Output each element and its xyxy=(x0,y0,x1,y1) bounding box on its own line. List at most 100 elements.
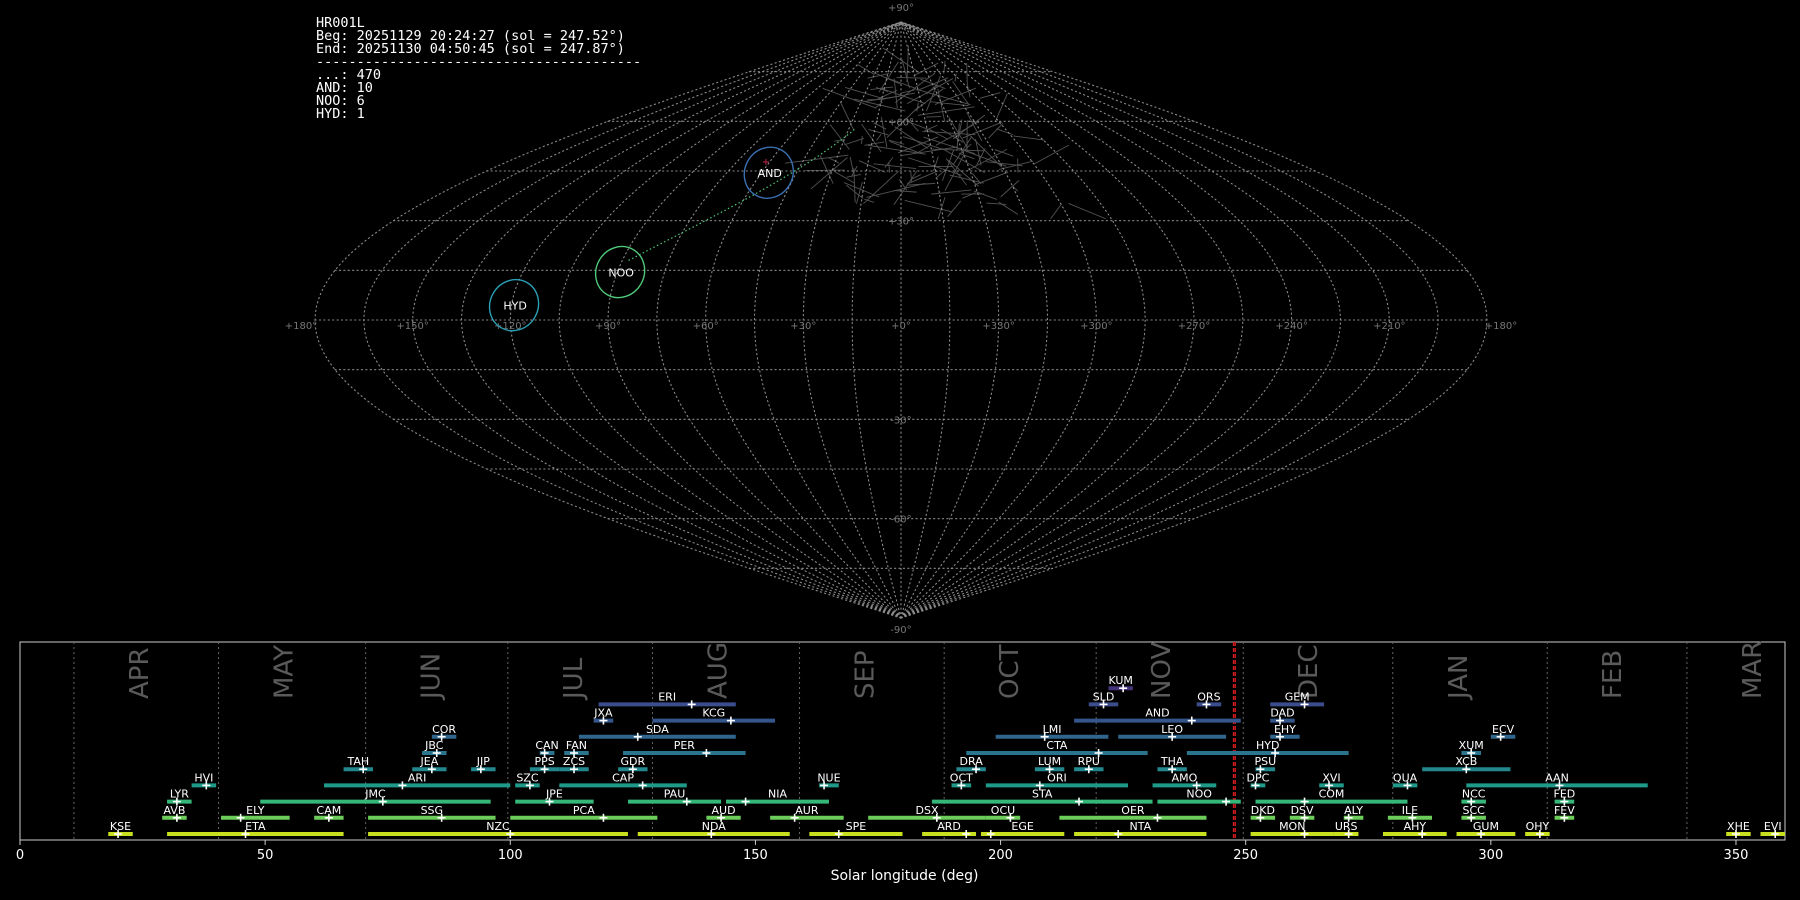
shower-label: DAD xyxy=(1270,707,1294,720)
shower-label: ARI xyxy=(408,771,426,784)
shower-dsv: DSV xyxy=(1289,804,1315,822)
shower-noo: NOO xyxy=(1157,788,1241,806)
shower-label: SLD xyxy=(1093,690,1115,703)
shower-urs: URS xyxy=(1333,820,1359,838)
meteor-trail xyxy=(1068,203,1106,220)
shower-label: FAN xyxy=(566,739,587,752)
month-label: MAR xyxy=(1738,641,1768,699)
meteor-trail xyxy=(889,140,921,155)
shower-gum: GUM xyxy=(1456,820,1516,838)
shower-label: DSX xyxy=(916,804,939,817)
shower-label: ORS xyxy=(1197,690,1220,703)
month-label: DEC xyxy=(1294,644,1324,699)
shower-rpu: RPU xyxy=(1074,755,1104,774)
x-tick-label: 350 xyxy=(1724,848,1749,863)
lon-label: +270° xyxy=(1178,321,1210,332)
meteor-trail xyxy=(962,192,976,199)
meteor-trail xyxy=(947,200,962,218)
shower-pau: PAU xyxy=(627,788,722,806)
shower-cor: COR xyxy=(431,723,456,741)
lat-label: +90° xyxy=(888,3,914,14)
shower-label: JEA xyxy=(420,755,439,768)
shower-ors: ORS xyxy=(1196,690,1222,709)
month-label: OCT xyxy=(995,644,1025,699)
shower-label: PSU xyxy=(1254,755,1276,768)
meteor-trail xyxy=(858,160,886,173)
shower-avb: AVB xyxy=(162,804,187,822)
meteor-trail xyxy=(994,93,1008,123)
shower-hvi: HVI xyxy=(191,771,217,790)
shower-label: ORI xyxy=(1047,771,1067,784)
shower-aud: AUD xyxy=(706,804,741,822)
meteor-trail xyxy=(857,64,875,75)
shower-label: QUA xyxy=(1393,771,1418,784)
shower-label: CAP xyxy=(612,771,634,784)
shower-oer: OER xyxy=(1059,804,1207,822)
shower-label: FED xyxy=(1554,788,1576,801)
shower-label: AVB xyxy=(163,804,185,817)
shower-cam: CAM xyxy=(314,804,344,822)
shower-com: COM xyxy=(1255,788,1408,806)
shower-label: DKD xyxy=(1251,804,1275,817)
shower-label: KUM xyxy=(1108,674,1132,687)
current-sol-marker xyxy=(1232,642,1236,840)
shower-label: OER xyxy=(1121,804,1145,817)
x-tick-label: 150 xyxy=(743,848,768,863)
shower-jxa: JXA xyxy=(593,707,614,725)
shower-and: AND xyxy=(1074,707,1241,725)
shower-label: KCG xyxy=(702,707,725,720)
shower-label: JXA xyxy=(593,707,613,720)
radiant-label: AND xyxy=(758,167,782,180)
x-tick-label: 100 xyxy=(498,848,523,863)
meteor-trail xyxy=(906,45,909,82)
shower-label: XHE xyxy=(1727,820,1750,833)
shower-qua: QUA xyxy=(1392,771,1418,790)
month-label: SEP xyxy=(851,650,881,699)
meteor-trail xyxy=(785,154,849,164)
lon-label: +210° xyxy=(1373,321,1405,332)
shower-label: EHY xyxy=(1274,723,1296,736)
shower-can: CAN xyxy=(535,739,559,757)
shower-eri: ERI xyxy=(598,690,736,709)
shower-leo: LEO xyxy=(1118,723,1227,741)
shower-label: COM xyxy=(1319,788,1345,801)
shower-label: MON xyxy=(1279,820,1305,833)
shower-label: PER xyxy=(674,739,696,752)
shower-mon: MON xyxy=(1250,820,1334,838)
shower-tah: TAH xyxy=(343,755,373,774)
shower-label: NUE xyxy=(817,771,840,784)
lon-label: +240° xyxy=(1275,321,1307,332)
shower-label: NDA xyxy=(702,820,727,833)
shower-label: HVI xyxy=(194,771,213,784)
shower-per: PER xyxy=(623,739,746,757)
shower-fed: FED xyxy=(1554,788,1576,806)
x-tick-label: 50 xyxy=(257,848,274,863)
shower-evi: EVI xyxy=(1760,820,1785,838)
shower-kcg: KCG xyxy=(652,707,776,725)
meteor-trail xyxy=(917,106,975,116)
shower-xcb: XCB xyxy=(1422,755,1511,774)
shower-label: SPE xyxy=(846,820,867,833)
shower-label: URS xyxy=(1335,820,1358,833)
lon-label: +180° xyxy=(285,321,317,332)
x-tick-label: 250 xyxy=(1233,848,1258,863)
shower-label: SDA xyxy=(646,723,669,736)
shower-label: NZC xyxy=(486,820,510,833)
meteor-trail xyxy=(1050,203,1062,220)
shower-label: SSG xyxy=(421,804,444,817)
shower-ehy: EHY xyxy=(1270,723,1300,741)
shower-hyd: HYD xyxy=(1186,739,1349,757)
shower-aly: ALY xyxy=(1343,804,1364,822)
shower-pca: PCA xyxy=(510,804,658,822)
meteor-trail xyxy=(948,117,968,148)
lon-label: +330° xyxy=(982,321,1014,332)
month-label: JUN xyxy=(417,653,447,701)
lon-label: +150° xyxy=(396,321,428,332)
shower-dra: DRA xyxy=(956,755,986,774)
shower-label: AHY xyxy=(1404,820,1427,833)
shower-label: ETA xyxy=(245,820,266,833)
shower-lmi: LMI xyxy=(995,723,1109,741)
timeline-frame xyxy=(19,641,1786,841)
shower-label: AUD xyxy=(712,804,736,817)
shower-label: RPU xyxy=(1078,755,1100,768)
